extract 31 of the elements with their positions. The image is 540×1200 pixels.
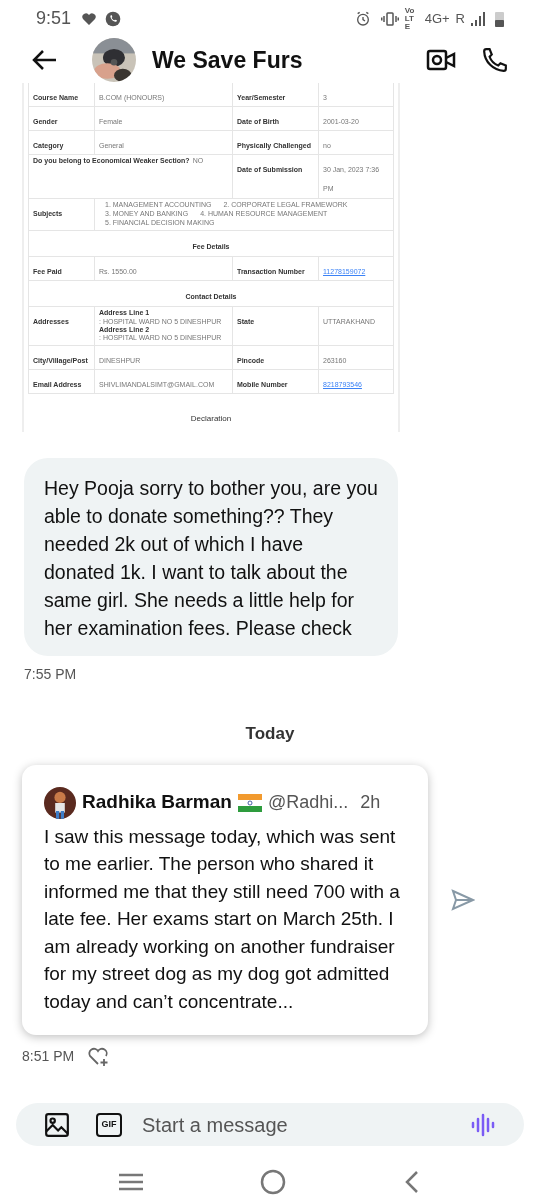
share-button[interactable] bbox=[450, 887, 476, 913]
status-time: 9:51 bbox=[36, 7, 72, 31]
message-time: 7:55 PM bbox=[24, 665, 77, 685]
flag-icon bbox=[237, 793, 262, 812]
home-button[interactable] bbox=[260, 1168, 286, 1195]
gif-button[interactable]: GIF bbox=[96, 1112, 122, 1137]
message-time: 8:51 PM bbox=[22, 1046, 75, 1066]
message-input[interactable]: Start a message bbox=[142, 1109, 470, 1140]
section-title: Declaration bbox=[190, 414, 232, 424]
alarm-icon bbox=[354, 10, 371, 27]
image-button[interactable] bbox=[44, 1111, 70, 1138]
day-separator: Today bbox=[245, 724, 295, 744]
recent-apps-button[interactable] bbox=[118, 1171, 144, 1192]
network-indicator: 4G+ bbox=[424, 9, 450, 28]
network-indicator: VoLTE bbox=[404, 6, 416, 31]
phone-badge-icon bbox=[105, 10, 122, 27]
add-reaction-button[interactable] bbox=[86, 1045, 111, 1068]
shared-post-card[interactable] bbox=[22, 764, 428, 1036]
post-text: I saw this message today, which was sent to me earlier. The person who shared it informed me that they still need 700 with a late fee. Her exams start on March 25th. I am already working on another fundraiser for my street dog as my dog got admitted today and can’t concentrate... bbox=[44, 824, 401, 1014]
battery-icon bbox=[495, 10, 504, 27]
signal-icon bbox=[471, 11, 487, 26]
message-bubble: Hey Pooja sorry to bother you, are you able to donate something?? They needed 2k out of which I have donated 1k. I want to talk about the same girl. She needs a little help for her examination fees. Please check bbox=[24, 458, 398, 657]
vibrate-icon bbox=[380, 10, 399, 27]
message-composer[interactable]: GIF Start a message bbox=[16, 1103, 524, 1146]
post-handle: @Radhi... bbox=[267, 791, 349, 815]
network-indicator: R bbox=[455, 9, 465, 28]
heart-icon bbox=[81, 10, 98, 27]
voice-button[interactable] bbox=[470, 1111, 496, 1138]
post-author: Radhika Barman bbox=[82, 790, 232, 815]
post-age: 2h bbox=[360, 791, 381, 815]
chat-title: We Save Furs bbox=[152, 45, 303, 75]
